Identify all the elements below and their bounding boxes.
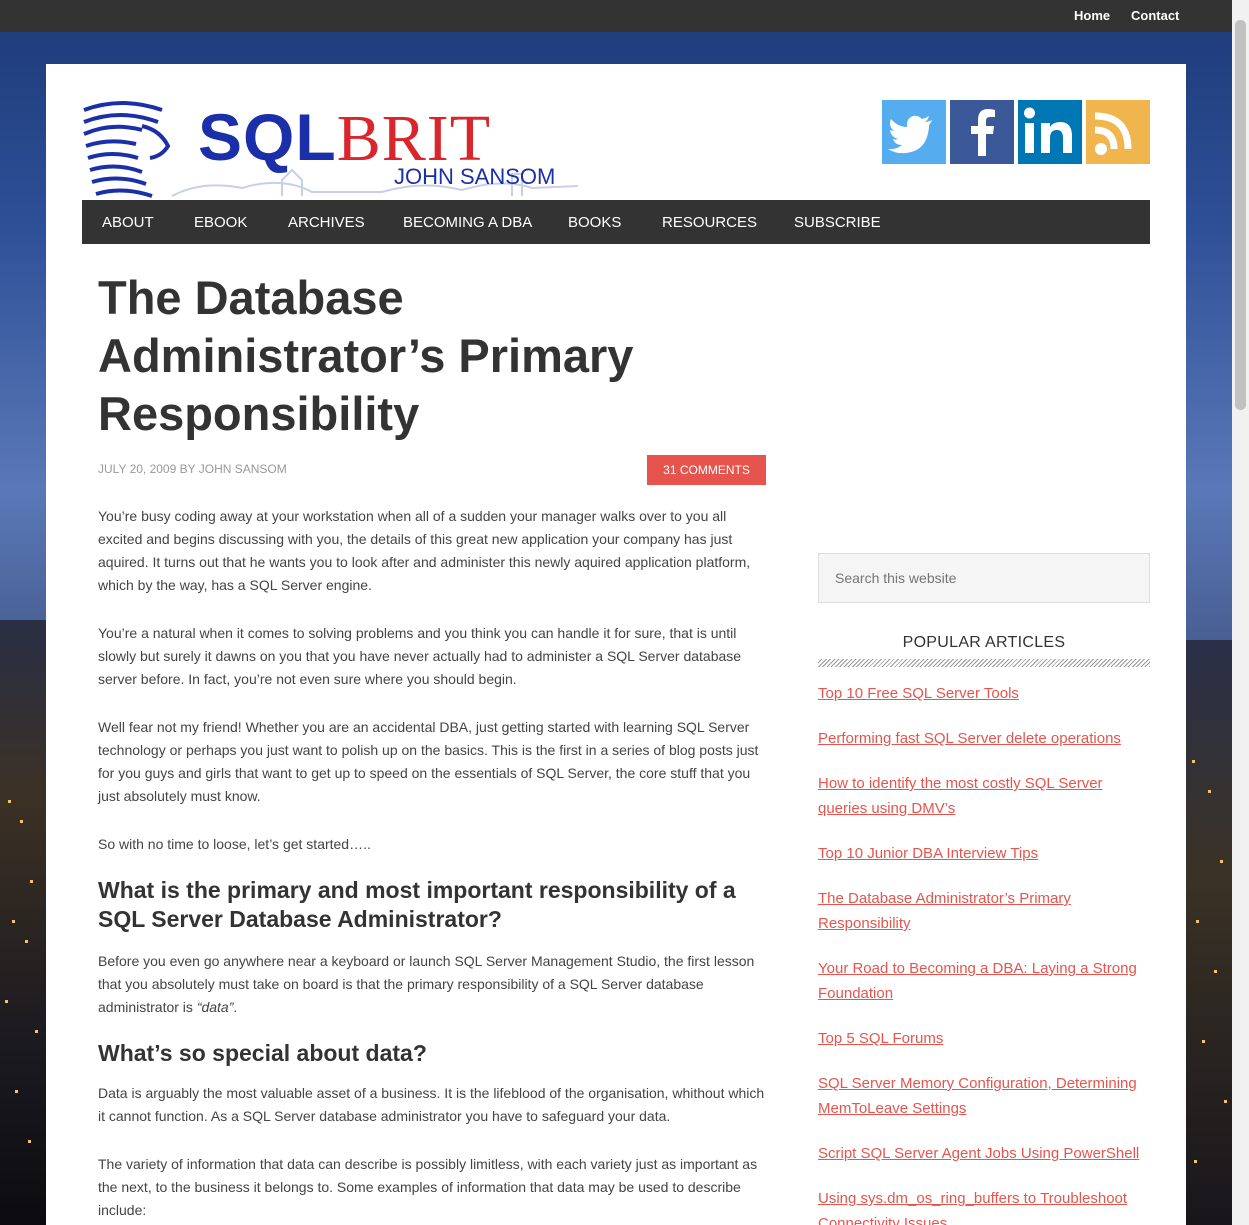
post-title: The Database Administrator’s Primary Res… xyxy=(98,271,634,440)
linkedin-icon xyxy=(1024,107,1072,153)
paragraph-5: Before you even go anywhere near a keybo… xyxy=(98,950,770,1019)
paragraph-intro: You’re busy coding away at your workstat… xyxy=(98,508,751,593)
list-item: Top 10 Junior DBA Interview Tips xyxy=(818,841,1150,866)
popular-article-link[interactable]: Top 10 Junior DBA Interview Tips xyxy=(818,845,1038,862)
paragraph-5-end: . xyxy=(233,999,238,1015)
scrollbar[interactable] xyxy=(1232,0,1249,1225)
twitter-icon xyxy=(888,115,932,154)
paragraph-5-data-emphasis: “data” xyxy=(196,999,234,1015)
page-container: SQLBRIT JOHN SANSOM ABOUT EBOOK ARCHIVES xyxy=(46,64,1186,1225)
top-bar: Home Contact xyxy=(0,0,1249,32)
linkedin-button[interactable] xyxy=(1018,100,1082,164)
list-item: Using sys.dm_os_ring_buffers to Troubles… xyxy=(818,1186,1150,1225)
list-item: Performing fast SQL Server delete operat… xyxy=(818,726,1150,751)
paragraph-4: So with no time to loose, let’s get star… xyxy=(98,836,371,852)
logo-text-sql: SQL xyxy=(198,100,337,174)
top-link-home[interactable]: Home xyxy=(1074,8,1110,23)
top-link-contact[interactable]: Contact xyxy=(1131,8,1179,23)
paragraph-7: The variety of information that data can… xyxy=(98,1156,758,1218)
rss-button[interactable] xyxy=(1086,100,1150,164)
list-item: The Database Administrator’s Primary Res… xyxy=(818,886,1150,936)
list-item: Top 5 SQL Forums xyxy=(818,1026,1150,1051)
heading-special-data: What’s so special about data? xyxy=(98,1040,427,1066)
paragraph-2: You’re a natural when it comes to solvin… xyxy=(98,625,742,687)
background-city-left xyxy=(0,620,46,1225)
popular-article-link[interactable]: Performing fast SQL Server delete operat… xyxy=(818,730,1121,747)
list-item: How to identify the most costly SQL Serv… xyxy=(818,771,1150,821)
popular-articles-title: POPULAR ARTICLES xyxy=(902,634,1066,651)
search-input[interactable] xyxy=(818,553,1150,603)
popular-article-link[interactable]: Using sys.dm_os_ring_buffers to Troubles… xyxy=(818,1190,1127,1225)
site-logo[interactable]: SQLBRIT JOHN SANSOM xyxy=(82,100,582,198)
logo-subtitle: JOHN SANSOM xyxy=(394,164,556,189)
popular-article-link[interactable]: Your Road to Becoming a DBA: Laying a St… xyxy=(818,960,1137,1002)
popular-article-link[interactable]: The Database Administrator’s Primary Res… xyxy=(818,890,1071,932)
post-meta: JULY 20, 2009 BY JOHN SANSOM xyxy=(98,462,287,476)
nav-item-books[interactable]: BOOKS xyxy=(568,214,621,231)
paragraph-3: Well fear not my friend! Whether you are… xyxy=(98,719,759,804)
comments-button[interactable]: 31 COMMENTS xyxy=(647,455,766,485)
facebook-button[interactable] xyxy=(950,100,1014,164)
list-item: Your Road to Becoming a DBA: Laying a St… xyxy=(818,956,1150,1006)
popular-article-link[interactable]: Top 10 Free SQL Server Tools xyxy=(818,685,1019,702)
nav-item-about[interactable]: ABOUT xyxy=(102,214,154,231)
paragraph-6: Data is arguably the most valuable asset… xyxy=(98,1085,765,1124)
rss-icon xyxy=(1094,112,1132,155)
nav-item-subscribe[interactable]: SUBSCRIBE xyxy=(794,214,881,231)
popular-article-link[interactable]: How to identify the most costly SQL Serv… xyxy=(818,775,1103,817)
popular-article-link[interactable]: SQL Server Memory Configuration, Determi… xyxy=(818,1075,1137,1117)
popular-article-link[interactable]: Top 5 SQL Forums xyxy=(818,1030,943,1047)
nav-item-becoming-a-dba[interactable]: BECOMING A DBA xyxy=(403,214,532,231)
heading-primary-responsibility: What is the primary and most important r… xyxy=(98,877,736,932)
list-item: Script SQL Server Agent Jobs Using Power… xyxy=(818,1141,1150,1166)
list-item: SQL Server Memory Configuration, Determi… xyxy=(818,1071,1150,1121)
list-item: Top 10 Free SQL Server Tools xyxy=(818,681,1150,706)
background-city-right xyxy=(1186,640,1232,1225)
popular-articles-list: Top 10 Free SQL Server Tools Performing … xyxy=(818,681,1150,1225)
scrollbar-thumb[interactable] xyxy=(1235,20,1246,410)
nav-item-archives[interactable]: ARCHIVES xyxy=(288,214,365,231)
nav-item-ebook[interactable]: EBOOK xyxy=(194,214,247,231)
twitter-button[interactable] xyxy=(882,100,946,164)
popular-article-link[interactable]: Script SQL Server Agent Jobs Using Power… xyxy=(818,1145,1139,1162)
widget-divider xyxy=(818,659,1150,667)
main-nav: ABOUT EBOOK ARCHIVES BECOMING A DBA BOOK… xyxy=(82,200,1150,244)
nav-item-resources[interactable]: RESOURCES xyxy=(662,214,757,231)
facebook-icon xyxy=(971,109,995,156)
post-content: You’re busy coding away at your workstat… xyxy=(98,505,770,1225)
